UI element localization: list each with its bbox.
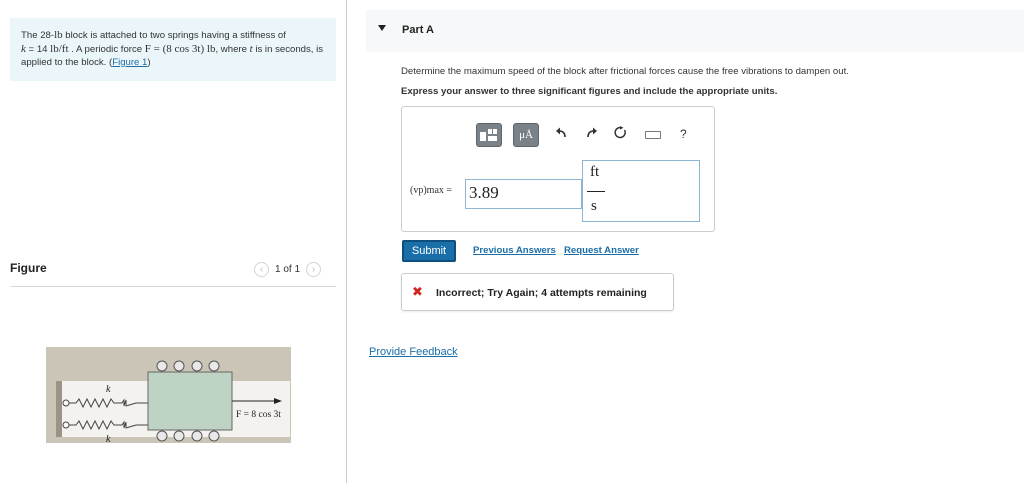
submit-button[interactable]: Submit bbox=[402, 240, 456, 262]
force-label: F = 8 cos 3t bbox=[236, 410, 281, 420]
unit-denominator: s bbox=[591, 198, 597, 214]
chevron-right-icon[interactable]: › bbox=[306, 262, 322, 277]
chevron-left-icon[interactable]: ‹ bbox=[254, 262, 269, 277]
units-button[interactable]: μÅ bbox=[513, 123, 539, 147]
previous-answers-link[interactable]: Previous Answers bbox=[473, 245, 556, 256]
help-icon[interactable]: ? bbox=[680, 127, 687, 141]
part-title: Part A bbox=[402, 24, 434, 36]
question-text: Determine the maximum speed of the block… bbox=[401, 66, 849, 77]
unit-numerator: ft bbox=[590, 164, 600, 180]
spring-label-bottom: k bbox=[106, 434, 111, 445]
wall bbox=[56, 381, 62, 437]
collapse-arrow-icon[interactable] bbox=[378, 25, 386, 31]
provide-feedback-link[interactable]: Provide Feedback bbox=[369, 346, 458, 358]
left-panel: The 28-lb block is attached to two sprin… bbox=[0, 0, 346, 483]
x-icon: ✖ bbox=[412, 284, 423, 299]
undo-icon[interactable] bbox=[556, 126, 568, 144]
reset-icon[interactable] bbox=[614, 126, 627, 144]
instruction-text: Express your answer to three significant… bbox=[401, 86, 778, 97]
divider bbox=[10, 286, 336, 287]
answer-value-input[interactable]: 3.89 bbox=[465, 179, 582, 209]
block bbox=[147, 371, 233, 431]
figure-link[interactable]: Figure 1 bbox=[112, 57, 147, 68]
figure-title: Figure bbox=[10, 261, 47, 275]
feedback-text: Incorrect; Try Again; 4 attempts remaini… bbox=[436, 287, 647, 299]
redo-icon[interactable] bbox=[585, 126, 597, 144]
fraction-bar bbox=[587, 191, 605, 192]
spring-label-top: k bbox=[106, 384, 111, 395]
figure-diagram: k k F = 8 cos 3t bbox=[46, 347, 291, 445]
pager-label: 1 of 1 bbox=[275, 264, 301, 275]
figure-pager: ‹ 1 of 1 › bbox=[254, 262, 322, 277]
part-header[interactable] bbox=[366, 10, 1024, 52]
panel-divider bbox=[346, 0, 347, 483]
request-answer-link[interactable]: Request Answer bbox=[564, 245, 639, 256]
templates-button[interactable] bbox=[476, 123, 502, 147]
problem-statement: The 28-lb block is attached to two sprin… bbox=[10, 18, 336, 81]
answer-variable-label: (vp)max = bbox=[410, 185, 453, 196]
templates-icon bbox=[480, 129, 497, 141]
keyboard-icon[interactable] bbox=[645, 131, 661, 139]
